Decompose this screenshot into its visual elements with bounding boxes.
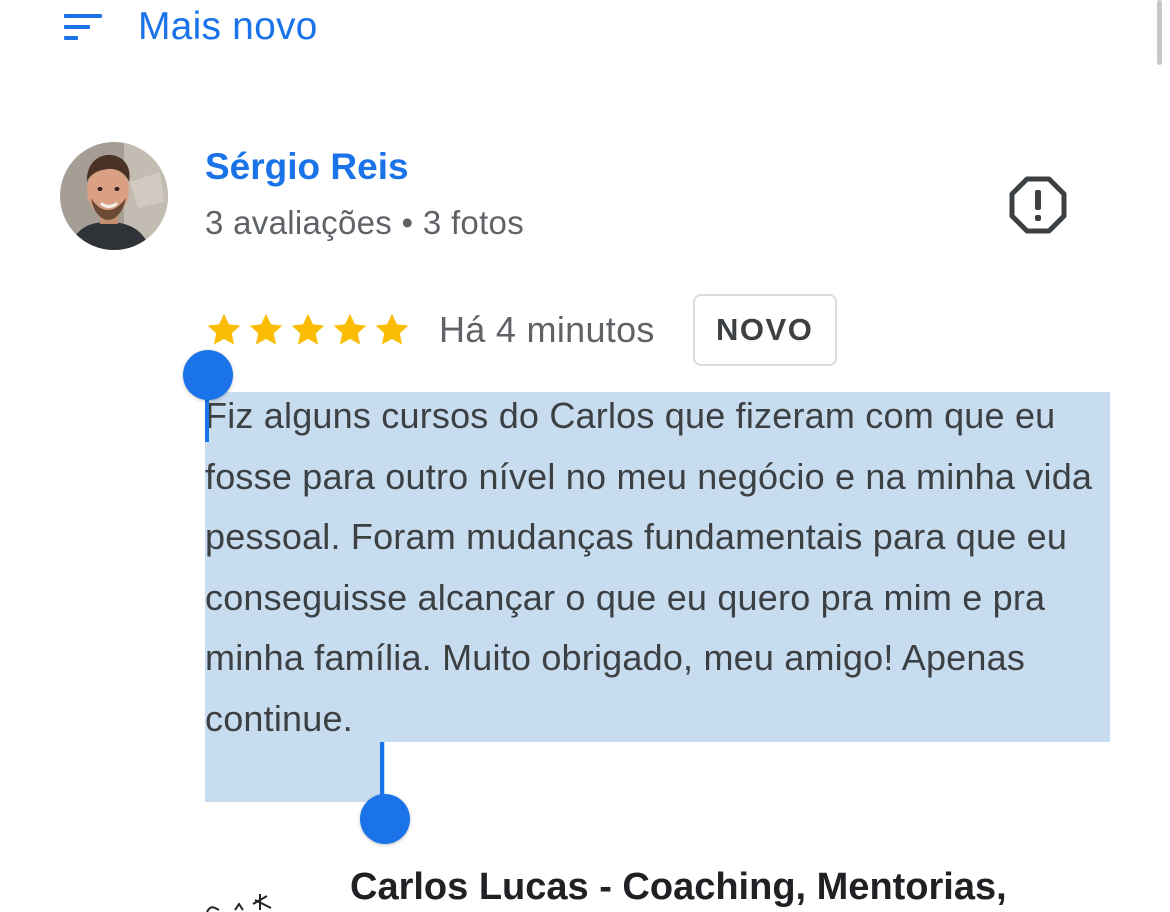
selection-end-handle[interactable] (360, 794, 410, 844)
star-icon (207, 313, 241, 345)
reviewer-avatar[interactable] (60, 142, 168, 250)
sort-icon (64, 14, 102, 40)
rating-row: Há 4 minutos NOVO (205, 294, 837, 366)
selection-start-handle[interactable] (183, 350, 233, 400)
selection-start-caret (205, 398, 209, 442)
selection-highlight (205, 742, 385, 802)
reviewer-meta: 3 avaliações • 3 fotos (205, 204, 525, 241)
star-rating (205, 311, 415, 349)
report-flag-icon[interactable] (1008, 175, 1068, 235)
review-text[interactable]: Fiz alguns cursos do Carlos que fizeram … (205, 386, 1105, 749)
scrollbar[interactable] (1157, 0, 1162, 65)
star-icon (249, 313, 283, 345)
sort-label: Mais novo (138, 5, 318, 48)
selection-end-caret (380, 742, 384, 798)
review-time: Há 4 minutos (439, 309, 655, 350)
owner-response-name[interactable]: Carlos Lucas - Coaching, Mentorias, (350, 866, 1007, 909)
profile-photo (60, 142, 168, 250)
business-logo (206, 894, 272, 912)
review-screen: Mais novo Sérgio Reis 3 avaliações • 3 f… (0, 0, 1170, 912)
star-icon (291, 313, 325, 345)
star-icon (333, 313, 367, 345)
reviewer-name[interactable]: Sérgio Reis (205, 146, 409, 188)
sort-button[interactable]: Mais novo (60, 2, 318, 52)
new-badge: NOVO (692, 294, 837, 366)
star-icon (375, 313, 409, 345)
